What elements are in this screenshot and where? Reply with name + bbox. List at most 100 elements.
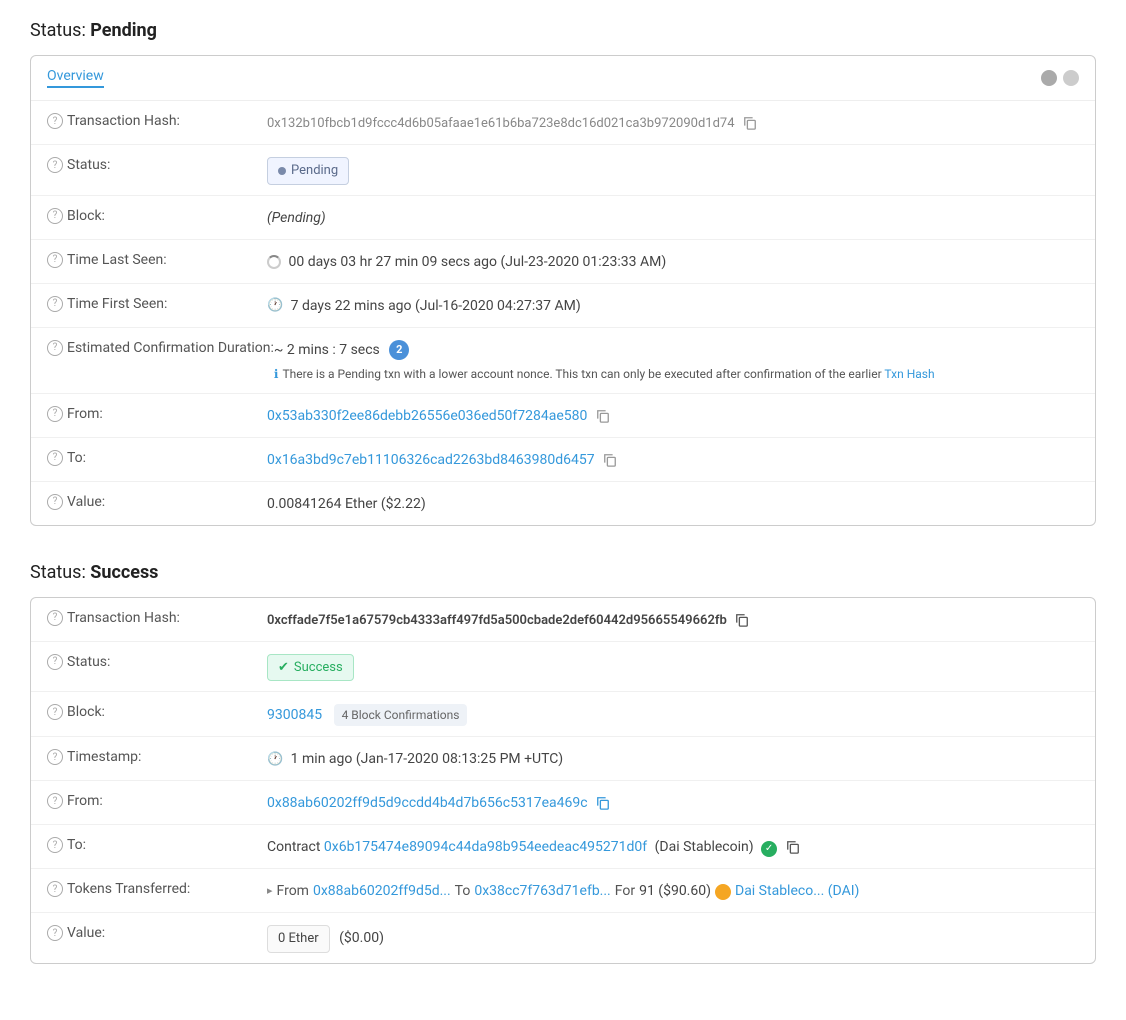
- help-icon[interactable]: ?: [47, 837, 63, 853]
- success-value-value: 0 Ether ($0.00): [267, 923, 1079, 953]
- ether-value-box: 0 Ether: [267, 925, 330, 953]
- pending-block-value: (Pending): [267, 206, 1079, 229]
- pending-est-confirmation-value: ~ 2 mins : 7 secs 2 ℹ There is a Pending…: [274, 338, 1079, 383]
- verified-icon: ✓: [761, 841, 777, 857]
- info-icon: ℹ: [274, 365, 279, 383]
- block-number-link[interactable]: 9300845: [267, 707, 322, 723]
- success-check-icon: ✔: [278, 658, 289, 678]
- success-tokens-transferred-row: ? Tokens Transferred: ▸ From 0x88ab60202…: [31, 869, 1095, 913]
- txn-hash-link[interactable]: Txn Hash: [884, 367, 934, 381]
- success-value-label: ? Value:: [47, 923, 267, 941]
- circle-icon-1: [1041, 70, 1057, 86]
- help-icon[interactable]: ?: [47, 252, 63, 268]
- pending-time-first-seen-row: ? Time First Seen: 🕐 7 days 22 mins ago …: [31, 284, 1095, 328]
- pending-section: Status: Pending Overview ? Transaction H…: [30, 20, 1096, 526]
- pending-to-label: ? To:: [47, 448, 267, 466]
- success-timestamp-value: 🕐 1 min ago (Jan-17-2020 08:13:25 PM +UT…: [267, 747, 1079, 770]
- dai-coin-icon: [715, 884, 731, 900]
- help-icon[interactable]: ?: [47, 793, 63, 809]
- help-icon[interactable]: ?: [47, 704, 63, 720]
- copy-icon[interactable]: [786, 840, 800, 854]
- pending-to-row: ? To: 0x16a3bd9c7eb11106326cad2263bd8463…: [31, 438, 1095, 482]
- token-transfer-detail: ▸ From 0x88ab60202ff9d5d... To 0x38cc7f7…: [267, 881, 1079, 902]
- pending-from-label: ? From:: [47, 404, 267, 422]
- success-tx-hash-label: ? Transaction Hash:: [47, 608, 267, 626]
- help-icon[interactable]: ?: [47, 881, 63, 897]
- success-status-value: ✔ Success: [267, 652, 1079, 682]
- success-from-address[interactable]: 0x88ab60202ff9d5d9ccdd4b4d7b656c5317ea46…: [267, 795, 588, 811]
- pending-status-row: ? Status: Pending: [31, 145, 1095, 196]
- pending-est-confirmation-row: ? Estimated Confirmation Duration: ~ 2 m…: [31, 328, 1095, 394]
- copy-icon[interactable]: [743, 116, 757, 130]
- pending-tx-hash-label: ? Transaction Hash:: [47, 111, 267, 129]
- pending-time-last-label: ? Time Last Seen:: [47, 250, 267, 268]
- pending-time-last-value: 00 days 03 hr 27 min 09 secs ago (Jul-23…: [267, 250, 1079, 273]
- help-icon[interactable]: ?: [47, 208, 63, 224]
- help-icon[interactable]: ?: [47, 494, 63, 510]
- success-timestamp-row: ? Timestamp: 🕐 1 min ago (Jan-17-2020 08…: [31, 737, 1095, 781]
- arrow-icon: ▸: [267, 883, 273, 900]
- card-header: Overview: [31, 56, 1095, 101]
- success-from-row: ? From: 0x88ab60202ff9d5d9ccdd4b4d7b656c…: [31, 781, 1095, 825]
- success-to-row: ? To: Contract 0x6b175474e89094c44da98b9…: [31, 825, 1095, 869]
- help-icon[interactable]: ?: [47, 654, 63, 670]
- success-to-contract-address[interactable]: 0x6b175474e89094c44da98b954eedeac495271d…: [324, 839, 647, 855]
- pending-to-address[interactable]: 0x16a3bd9c7eb11106326cad2263bd8463980d64…: [267, 452, 595, 468]
- success-tx-hash-value: 0xcffade7f5e1a67579cb4333aff497fd5a500cb…: [267, 608, 1079, 631]
- token-to-address[interactable]: 0x38cc7f763d71efb...: [474, 881, 610, 902]
- dai-token-link[interactable]: Dai Stableco... (DAI): [735, 881, 859, 902]
- token-from-address[interactable]: 0x88ab60202ff9d5d...: [313, 881, 451, 902]
- success-from-value: 0x88ab60202ff9d5d9ccdd4b4d7b656c5317ea46…: [267, 791, 1079, 814]
- overview-tab[interactable]: Overview: [47, 68, 104, 88]
- pending-time-first-label: ? Time First Seen:: [47, 294, 267, 312]
- help-icon[interactable]: ?: [47, 296, 63, 312]
- help-icon[interactable]: ?: [47, 450, 63, 466]
- success-section: Status: Success ? Transaction Hash: 0xcf…: [30, 562, 1096, 964]
- pending-status-label: ? Status:: [47, 155, 267, 173]
- success-block-value: 9300845 4 Block Confirmations: [267, 702, 1079, 726]
- help-icon[interactable]: ?: [47, 113, 63, 129]
- clock-icon: 🕐: [267, 298, 283, 313]
- pending-from-value: 0x53ab330f2ee86debb26556e036ed50f7284ae5…: [267, 404, 1079, 427]
- pending-card: Overview ? Transaction Hash: 0x132b10fbc…: [30, 55, 1096, 526]
- success-to-label: ? To:: [47, 835, 267, 853]
- copy-icon[interactable]: [596, 796, 610, 810]
- pending-dot: [278, 167, 286, 175]
- help-icon[interactable]: ?: [47, 157, 63, 173]
- pending-from-address[interactable]: 0x53ab330f2ee86debb26556e036ed50f7284ae5…: [267, 408, 587, 424]
- help-icon[interactable]: ?: [47, 406, 63, 422]
- header-icons: [1041, 70, 1079, 86]
- help-icon[interactable]: ?: [47, 340, 63, 356]
- copy-icon[interactable]: [596, 409, 610, 423]
- pending-status-value: Pending: [267, 155, 1079, 185]
- pending-block-row: ? Block: (Pending): [31, 196, 1095, 240]
- pending-tx-hash-value: 0x132b10fbcb1d9fccc4d6b05afaae1e61b6ba72…: [267, 111, 1079, 134]
- success-timestamp-label: ? Timestamp:: [47, 747, 267, 765]
- success-status-row: ? Status: ✔ Success: [31, 642, 1095, 693]
- pending-note: ℹ There is a Pending txn with a lower ac…: [274, 365, 1079, 383]
- success-badge: ✔ Success: [267, 654, 354, 682]
- success-tx-hash-row: ? Transaction Hash: 0xcffade7f5e1a67579c…: [31, 598, 1095, 642]
- success-status-label: ? Status:: [47, 652, 267, 670]
- clock-icon: 🕐: [267, 752, 283, 767]
- circle-icon-2: [1063, 70, 1079, 86]
- success-card: ? Transaction Hash: 0xcffade7f5e1a67579c…: [30, 597, 1096, 964]
- pending-from-row: ? From: 0x53ab330f2ee86debb26556e036ed50…: [31, 394, 1095, 438]
- pending-value-label: ? Value:: [47, 492, 267, 510]
- pending-tx-hash-row: ? Transaction Hash: 0x132b10fbcb1d9fccc4…: [31, 101, 1095, 145]
- help-icon[interactable]: ?: [47, 749, 63, 765]
- success-section-title: Status: Success: [30, 562, 1096, 583]
- pending-value-row: ? Value: 0.00841264 Ether ($2.22): [31, 482, 1095, 525]
- copy-icon[interactable]: [603, 453, 617, 467]
- success-block-label: ? Block:: [47, 702, 267, 720]
- help-icon[interactable]: ?: [47, 610, 63, 626]
- success-tokens-value: ▸ From 0x88ab60202ff9d5d... To 0x38cc7f7…: [267, 879, 1079, 902]
- pending-block-label: ? Block:: [47, 206, 267, 224]
- pending-time-last-seen-row: ? Time Last Seen: 00 days 03 hr 27 min 0…: [31, 240, 1095, 284]
- help-icon[interactable]: ?: [47, 925, 63, 941]
- pending-section-title: Status: Pending: [30, 20, 1096, 41]
- success-value-row: ? Value: 0 Ether ($0.00): [31, 913, 1095, 963]
- pending-time-first-value: 🕐 7 days 22 mins ago (Jul-16-2020 04:27:…: [267, 294, 1079, 317]
- pending-to-value: 0x16a3bd9c7eb11106326cad2263bd8463980d64…: [267, 448, 1079, 471]
- copy-icon[interactable]: [735, 613, 749, 627]
